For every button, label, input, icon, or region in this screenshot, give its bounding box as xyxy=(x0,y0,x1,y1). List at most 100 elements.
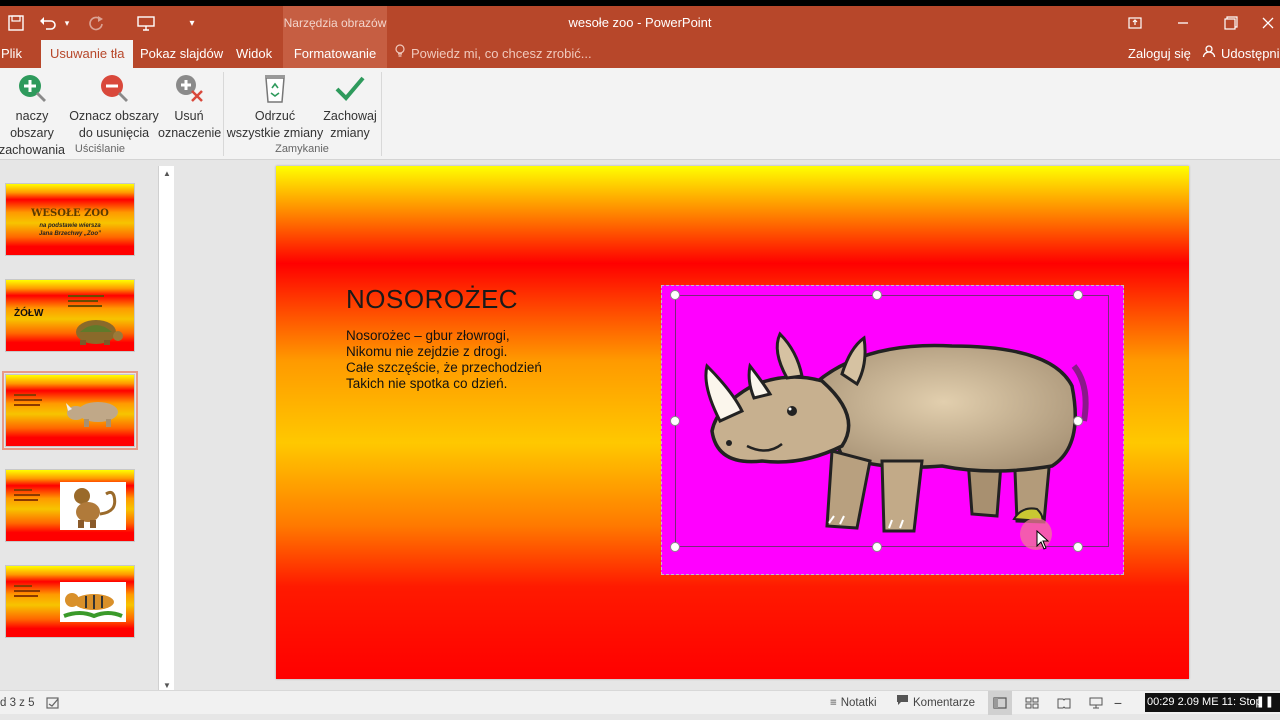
redo-icon[interactable] xyxy=(84,11,108,35)
plus-pencil-icon xyxy=(16,72,48,104)
keep-changes-button[interactable]: Zachowaj zmiany xyxy=(318,72,382,142)
resize-handle[interactable] xyxy=(1073,542,1083,552)
minus-pencil-icon xyxy=(98,72,130,104)
thumb-text-lines xyxy=(14,391,44,409)
thumb-text-lines xyxy=(14,486,44,504)
background-removal-marquee[interactable] xyxy=(675,295,1109,547)
group-label-refine: Uściślanie xyxy=(74,143,126,155)
thumbnail-scrollbar[interactable]: ▲ ▼ xyxy=(158,166,174,696)
thumb-title: WESOŁE ZOO xyxy=(31,208,109,219)
resize-handle[interactable] xyxy=(670,290,680,300)
resize-handle[interactable] xyxy=(1073,416,1083,426)
thumb-text-lines xyxy=(14,582,44,600)
discard-all-changes-button[interactable]: Odrzuć wszystkie zmiany xyxy=(226,72,324,142)
mark-remove-line2: do usunięcia xyxy=(78,126,150,140)
tiger-icon xyxy=(63,593,123,619)
tab-file[interactable]: Plik xyxy=(0,40,31,68)
powerpoint-window: ▾ ▾ Narzędzia obrazów wesołe zoo - Power… xyxy=(0,6,1280,720)
poem-line[interactable]: Nikomu nie zejdzie z drogi. xyxy=(346,344,507,359)
group-separator xyxy=(223,72,224,156)
resize-handle[interactable] xyxy=(872,290,882,300)
person-icon xyxy=(1202,40,1216,68)
slide-thumbnail-2[interactable]: ŻÓŁW xyxy=(5,279,135,352)
save-icon[interactable] xyxy=(4,11,28,35)
slide-thumbnail-3[interactable] xyxy=(2,371,138,450)
title-bar: ▾ ▾ Narzędzia obrazów wesołe zoo - Power… xyxy=(0,6,1280,40)
status-bar: d 3 z 5 ≡ Notatki Komentarze − xyxy=(0,690,1280,715)
poem-line[interactable]: Takich nie spotka co dzień. xyxy=(346,376,507,391)
slide-thumbnail-4[interactable] xyxy=(5,469,135,542)
slide-canvas[interactable]: NOSOROŻEC Nosorożec – gbur złowrogi, Nik… xyxy=(276,166,1189,679)
spelling-icon[interactable] xyxy=(46,691,60,715)
minimize-icon[interactable] xyxy=(1160,6,1206,40)
tab-view[interactable]: Widok xyxy=(227,40,281,68)
share-label: Udostępni xyxy=(1221,46,1280,61)
tab-slideshow[interactable]: Pokaz slajdów xyxy=(131,40,232,68)
monkey-picture xyxy=(60,482,126,530)
notes-label: Notatki xyxy=(840,697,877,709)
ribbon-panel: naczy obszary zachowania Oznacz obszary … xyxy=(0,68,1280,160)
poem-line[interactable]: Całe szczęście, że przechodzień xyxy=(346,360,542,375)
delete-mark-icon xyxy=(173,72,205,104)
slide-thumbnail-5[interactable] xyxy=(5,565,135,638)
tab-format[interactable]: Formatowanie xyxy=(283,40,387,68)
share-button[interactable]: Udostępni xyxy=(1202,40,1280,68)
lightbulb-icon xyxy=(394,40,406,68)
slide-thumbnail-1[interactable]: WESOŁE ZOO na podstawie wiersza Jana Brz… xyxy=(5,183,135,256)
keep-changes-line2: zmiany xyxy=(330,126,370,140)
slide-title[interactable]: NOSOROŻEC xyxy=(346,284,518,315)
delete-mark-line1: Usuń xyxy=(174,109,204,123)
monkey-icon xyxy=(74,488,117,528)
tab-background-removal[interactable]: Usuwanie tła xyxy=(41,40,134,68)
document-title: wesołe zoo - PowerPoint xyxy=(568,15,712,30)
scroll-up-icon[interactable]: ▲ xyxy=(159,166,175,182)
notes-icon: ≡ xyxy=(830,697,837,709)
recording-toolbar[interactable]: 00:29 2.09 ME 11: Stop ❚❚ xyxy=(1145,693,1280,712)
group-label-close: Zamykanie xyxy=(275,143,329,155)
slide-thumbnail-pane: WESOŁE ZOO na podstawie wiersza Jana Brz… xyxy=(0,161,176,691)
comments-label: Komentarze xyxy=(913,697,976,709)
reading-view-icon[interactable] xyxy=(1054,691,1074,715)
normal-view-icon[interactable] xyxy=(988,691,1012,715)
comments-button[interactable]: Komentarze xyxy=(896,691,975,715)
slide-counter: d 3 z 5 xyxy=(0,697,35,709)
presentation-icon[interactable] xyxy=(134,11,158,35)
resize-handle[interactable] xyxy=(670,542,680,552)
group-separator xyxy=(381,72,382,156)
slide-sorter-icon[interactable] xyxy=(1022,691,1042,715)
resize-handle[interactable] xyxy=(1073,290,1083,300)
picture-tools-label: Narzędzia obrazów xyxy=(283,6,387,40)
discard-line1: Odrzuć xyxy=(254,109,296,123)
rhino-picture[interactable] xyxy=(661,285,1124,575)
poem-line[interactable]: Nosorożec – gbur złowrogi, xyxy=(346,328,510,343)
slideshow-view-icon[interactable] xyxy=(1086,691,1106,715)
undo-dropdown-icon[interactable]: ▾ xyxy=(62,11,72,35)
customize-qat-icon[interactable]: ▾ xyxy=(184,11,200,35)
keep-changes-line1: Zachowaj xyxy=(323,109,377,123)
mark-keep-line1: naczy obszary xyxy=(10,109,54,140)
close-icon[interactable] xyxy=(1256,6,1280,40)
mark-areas-to-remove-button[interactable]: Oznacz obszary do usunięcia xyxy=(68,72,160,142)
sign-in-link[interactable]: Zaloguj się xyxy=(1128,40,1191,68)
restore-icon[interactable] xyxy=(1208,6,1254,40)
mouse-cursor-icon xyxy=(1036,530,1050,550)
tell-me-box[interactable]: Powiedz mi, co chcesz zrobić... xyxy=(394,40,592,68)
mark-remove-line1: Oznacz obszary xyxy=(69,109,159,123)
turtle-icon xyxy=(76,320,123,345)
recycle-bin-icon xyxy=(259,72,291,104)
pause-icon[interactable]: ❚❚ xyxy=(1256,693,1274,712)
tell-me-placeholder: Powiedz mi, co chcesz zrobić... xyxy=(411,46,592,61)
resize-handle[interactable] xyxy=(670,416,680,426)
ribbon-display-icon[interactable] xyxy=(1112,6,1158,40)
delete-mark-button[interactable]: Usuń oznaczenie xyxy=(158,72,221,142)
checkmark-icon xyxy=(334,72,366,104)
zoom-out-icon[interactable]: − xyxy=(1112,691,1124,715)
thumb-title: ŻÓŁW xyxy=(14,308,44,319)
rhino-icon xyxy=(66,402,118,427)
recording-status: 00:29 2.09 ME 11: Stop xyxy=(1147,696,1262,708)
thumb-subtitle-line2: Jana Brzechwy „Zoo” xyxy=(38,231,101,237)
undo-icon[interactable] xyxy=(36,11,60,35)
tiger-picture xyxy=(60,582,126,622)
notes-button[interactable]: ≡ Notatki xyxy=(830,691,877,715)
resize-handle[interactable] xyxy=(872,542,882,552)
